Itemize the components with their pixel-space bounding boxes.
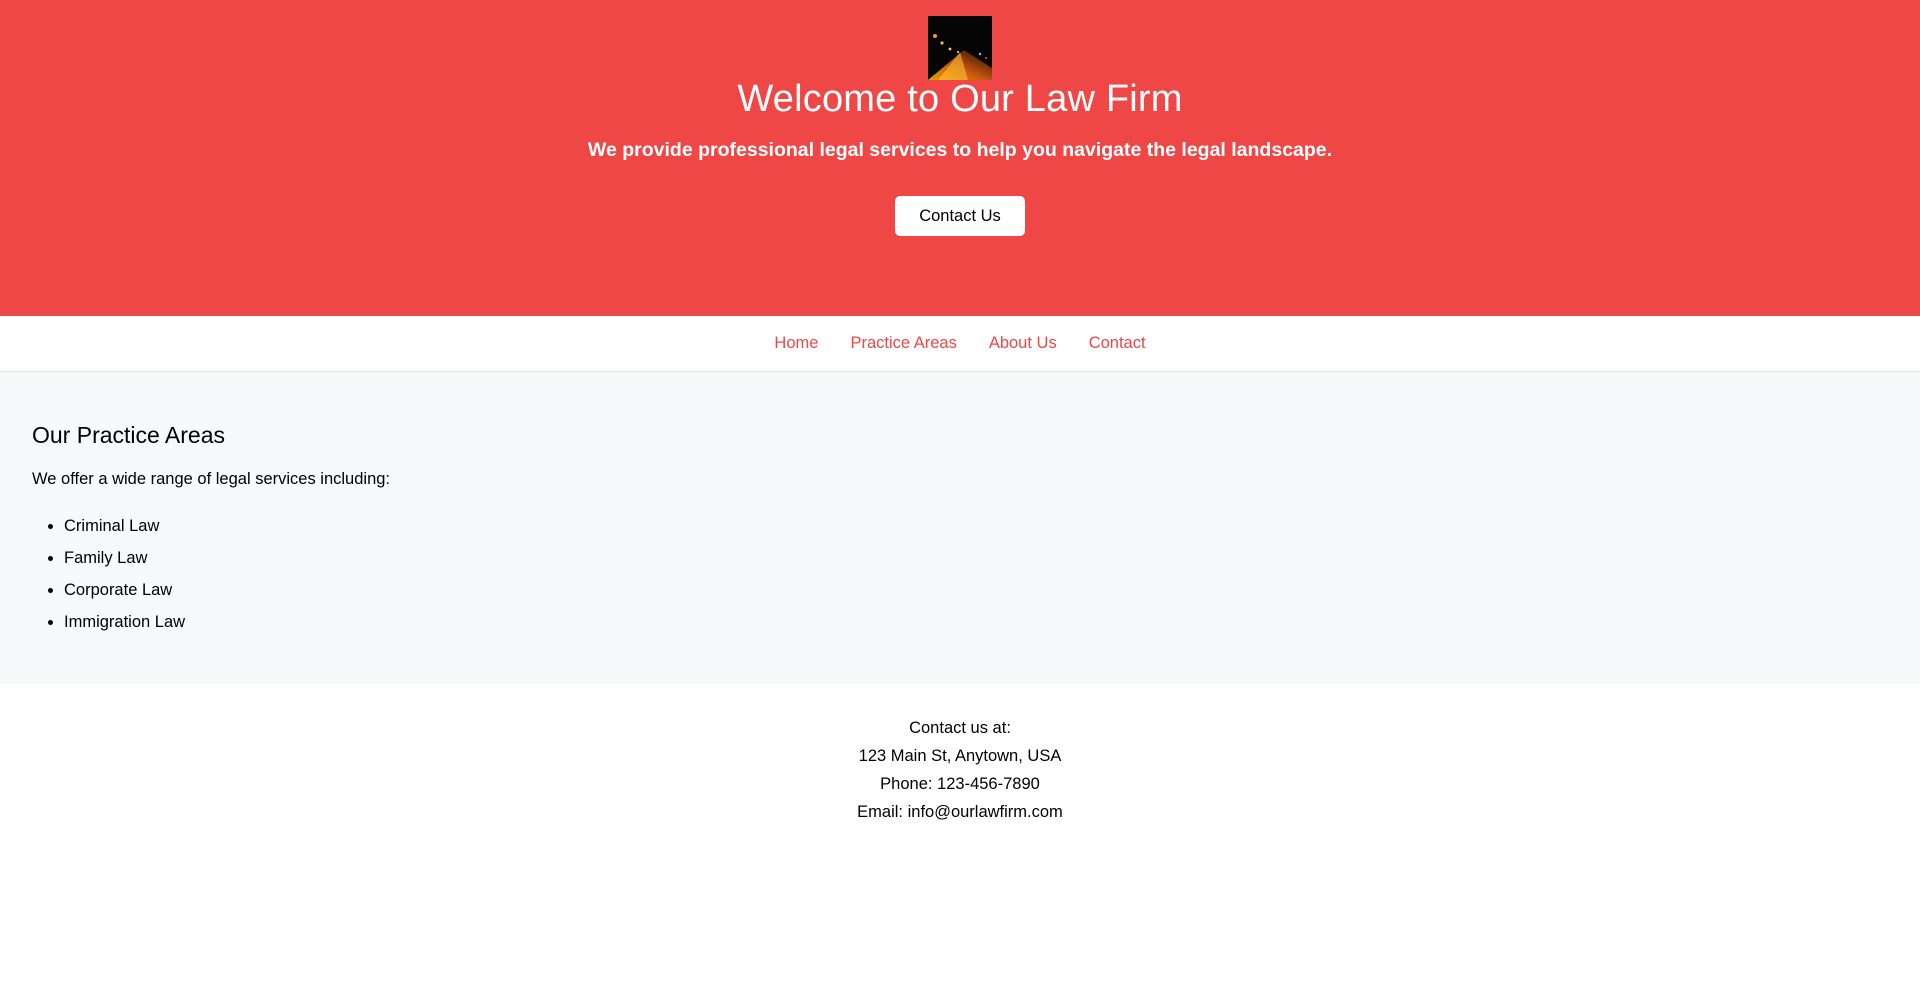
practice-areas-title: Our Practice Areas [32,422,226,448]
footer: Contact us at: 123 Main St, Anytown, USA… [0,684,1920,826]
practice-area-item: Family Law [64,542,185,574]
practice-areas-section: Our Practice Areas We offer a wide range… [0,372,1920,684]
practice-area-item: Immigration Law [64,606,185,638]
contact-us-button[interactable]: Contact Us [895,196,1025,236]
practice-areas-list: Criminal Law Family Law Corporate Law Im… [32,510,185,638]
footer-address: 123 Main St, Anytown, USA [858,747,1062,765]
footer-email: Email: info@ourlawfirm.com [857,803,1063,821]
footer-contact-heading: Contact us at: [909,719,1011,737]
hero-title: Welcome to Our Law Firm [737,78,1183,120]
practice-area-item: Corporate Law [64,574,185,606]
footer-phone: Phone: 123-456-7890 [880,775,1040,793]
practice-areas-intro: We offer a wide range of legal services … [32,470,391,488]
nav-link-practice-areas[interactable]: Practice Areas [834,316,972,371]
nav-link-about-us[interactable]: About Us [973,316,1073,371]
hero-banner: Welcome to Our Law Firm We provide profe… [0,0,1920,316]
nav-link-home[interactable]: Home [758,316,834,371]
logo-icon [928,16,992,80]
nav-link-contact[interactable]: Contact [1073,316,1162,371]
hero-subtitle: We provide professional legal services t… [587,139,1333,161]
practice-area-item: Criminal Law [64,510,185,542]
main-nav: Home Practice Areas About Us Contact [0,316,1920,372]
